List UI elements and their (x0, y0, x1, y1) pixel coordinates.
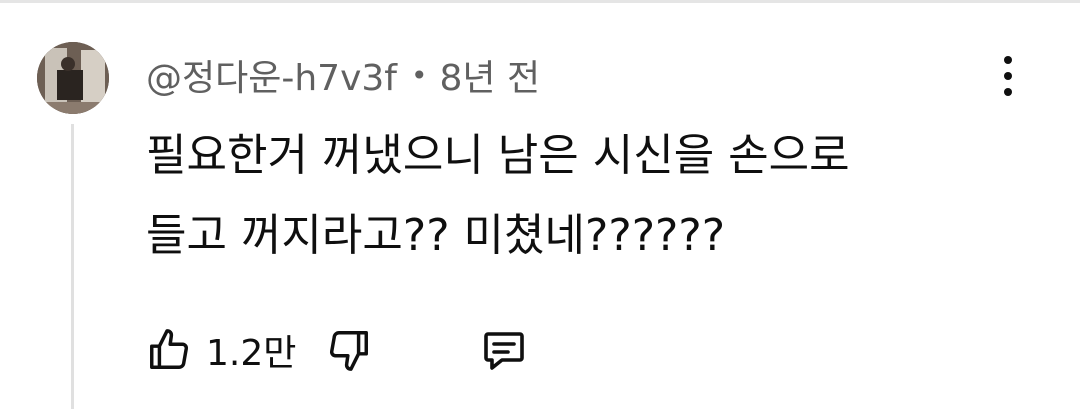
thumb-down-icon (330, 331, 369, 371)
comment-text-line: 들고 꺼지라고?? 미쳤네?????? (146, 210, 726, 261)
more-vert-icon[interactable] (990, 56, 1026, 96)
comment-actions: 1.2만 (146, 322, 528, 378)
author-handle[interactable]: @정다운-h7v3f (146, 49, 397, 101)
avatar[interactable] (37, 42, 109, 114)
like-count: 1.2만 (206, 333, 297, 374)
menu-dot (1004, 88, 1012, 96)
avatar-photo (37, 42, 109, 114)
comment-timestamp[interactable]: 8년 전 (439, 49, 540, 101)
thumb-up-icon (150, 329, 188, 369)
menu-dot (1004, 56, 1012, 64)
comment-text-line: 필요한거 꺼냈으니 남은 시신을 손으로 (146, 130, 850, 181)
reply-button[interactable] (480, 326, 528, 374)
like-button[interactable] (146, 327, 192, 373)
menu-dot (1004, 72, 1012, 80)
reply-comment-icon (484, 332, 525, 370)
meta-separator: • (410, 58, 428, 92)
comment-header: @정다운-h7v3f • 8년 전 (146, 49, 540, 101)
comment-text: 필요한거 꺼냈으니 남은 시신을 손으로 들고 꺼지라고?? 미쳤네?????? (146, 116, 1026, 276)
reply-thread-line (71, 124, 74, 409)
dislike-button[interactable] (326, 327, 372, 373)
top-divider (0, 0, 1080, 3)
